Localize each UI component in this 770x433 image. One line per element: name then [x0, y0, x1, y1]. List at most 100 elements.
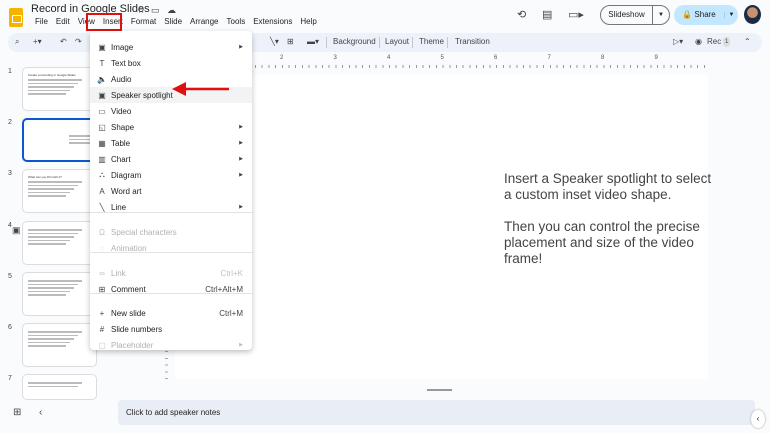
- menu-extensions[interactable]: Extensions: [249, 17, 296, 27]
- share-button[interactable]: 🔒 Share ▼: [674, 5, 738, 25]
- transition-button[interactable]: Transition: [455, 37, 490, 47]
- comments-icon[interactable]: ▤: [542, 8, 552, 21]
- pointer-icon[interactable]: ▷▾: [673, 37, 683, 47]
- slide-thumbnail[interactable]: [22, 221, 97, 265]
- slide-thumbnail[interactable]: [22, 323, 97, 367]
- horizontal-ruler: [255, 56, 710, 68]
- menu-item-label: Word art: [111, 186, 142, 196]
- menu-arrange[interactable]: Arrange: [186, 17, 222, 27]
- menu-item-label: Chart: [111, 154, 131, 164]
- diagram-icon: ⛬: [99, 170, 105, 179]
- menu-item-text-box[interactable]: T Text box: [90, 55, 252, 71]
- slideshow-dropdown[interactable]: ▼: [653, 12, 669, 18]
- slide-thumbnail[interactable]: [22, 374, 97, 400]
- chart-icon: ▥: [98, 154, 106, 164]
- menu-item-label: Text box: [111, 58, 141, 68]
- menu-item-slide-numbers[interactable]: # Slide numbers: [90, 321, 252, 337]
- notes-resize-handle[interactable]: [427, 389, 452, 391]
- menu-item-label: Animation: [111, 243, 147, 253]
- menu-item-label: Slide numbers: [111, 324, 163, 334]
- slide-thumbnail[interactable]: Create a recording in Google Slides: [22, 67, 97, 111]
- menu-item-shape[interactable]: ◱ Shape ▶: [90, 119, 252, 135]
- menu-item-comment[interactable]: ⊞ Comment Ctrl+Alt+M: [90, 281, 252, 297]
- avatar[interactable]: [744, 5, 761, 24]
- share-label[interactable]: 🔒 Share: [674, 5, 724, 25]
- redo-icon[interactable]: ↷: [75, 37, 82, 47]
- slideshow-button[interactable]: Slideshow ▼: [600, 5, 670, 25]
- menu-format[interactable]: Format: [127, 17, 160, 27]
- move-folder-icon[interactable]: ▭: [151, 5, 160, 16]
- shape-icon: ◱: [98, 122, 106, 132]
- thumbnail-title: What can you DO with it?: [28, 175, 62, 179]
- theme-button[interactable]: Theme: [419, 37, 444, 47]
- menu-item-label: Placeholder: [111, 340, 154, 350]
- menu-item-shortcut: Ctrl+M: [219, 308, 243, 318]
- submenu-arrow-icon: ▶: [239, 342, 243, 348]
- slide-number: 5: [8, 273, 12, 280]
- speaker-spotlight-icon: ▣: [98, 90, 106, 100]
- menu-item-animation: ◌ Animation: [90, 240, 252, 256]
- search-menus-icon[interactable]: ⌕: [15, 37, 19, 47]
- menu-item-image[interactable]: ▣ Image ▶: [90, 39, 252, 55]
- menu-help[interactable]: Help: [296, 17, 320, 27]
- slide-number: 2: [8, 119, 12, 126]
- meet-camera-icon[interactable]: ▭▸: [568, 8, 584, 21]
- slides-logo[interactable]: [9, 8, 23, 27]
- menu-item-label: Special characters: [111, 227, 177, 237]
- menu-item-label: Comment: [111, 284, 146, 294]
- speaker-notes[interactable]: Click to add speaker notes: [118, 400, 755, 425]
- menu-item-word-art[interactable]: A Word art: [90, 183, 252, 199]
- slide-thumbnail[interactable]: What can you DO with it?: [22, 169, 97, 213]
- menu-edit[interactable]: Edit: [52, 17, 74, 27]
- slide-number: 7: [8, 375, 12, 382]
- history-icon[interactable]: ⟲: [517, 8, 526, 21]
- menu-item-table[interactable]: ▦ Table ▶: [90, 135, 252, 151]
- menu-item-label: Link: [111, 268, 126, 278]
- ruler-label: 4: [387, 55, 391, 61]
- undo-icon[interactable]: ↶: [60, 37, 67, 47]
- slide-text-box[interactable]: Insert a Speaker spotlight to select a c…: [504, 171, 714, 283]
- audio-icon: 🔈: [97, 74, 107, 84]
- menu-item-line[interactable]: ╲ Line ▶: [90, 199, 252, 215]
- collapse-toolbar-icon[interactable]: ⌃: [744, 37, 751, 47]
- menu-item-label: Line: [111, 202, 127, 212]
- image-icon: ▣: [98, 42, 106, 52]
- menu-item-label: Video: [111, 106, 132, 116]
- menu-item-label: Shape: [111, 122, 135, 132]
- word-art-icon: A: [99, 186, 105, 196]
- menu-tools[interactable]: Tools: [223, 17, 250, 27]
- line-tool-icon[interactable]: ╲▾: [270, 37, 279, 47]
- new-slide-icon[interactable]: +▾: [33, 37, 42, 47]
- speaker-spotlight-icon: ▣: [12, 225, 21, 235]
- menu-item-placeholder: ▢ Placeholder ▶: [90, 337, 252, 353]
- record-icon[interactable]: ◉: [695, 37, 702, 47]
- slide-thumbnail[interactable]: [22, 118, 97, 162]
- fill-color-icon[interactable]: ▬▾: [307, 37, 319, 47]
- rec-button[interactable]: Rec: [707, 37, 721, 47]
- slideshow-label[interactable]: Slideshow: [601, 6, 653, 24]
- ruler-label: 5: [440, 55, 444, 61]
- slide-thumbnail[interactable]: [22, 272, 97, 316]
- star-icon[interactable]: ☆: [137, 5, 145, 16]
- rec-count-badge: 1: [723, 37, 731, 47]
- omega-icon: Ω: [99, 227, 105, 237]
- menu-item-video[interactable]: ▭ Video: [90, 103, 252, 119]
- share-dropdown[interactable]: ▼: [724, 12, 738, 18]
- menu-item-new-slide[interactable]: + New slide Ctrl+M: [90, 305, 252, 321]
- ruler-label: 2: [280, 55, 284, 61]
- menu-item-diagram[interactable]: ⛬ Diagram ▶: [90, 167, 252, 183]
- ruler-label: 6: [494, 55, 498, 61]
- comment-add-icon[interactable]: ⊞: [287, 37, 294, 47]
- red-arrow-annotation: [172, 82, 229, 96]
- slide-number: 6: [8, 324, 12, 331]
- menu-file[interactable]: File: [31, 17, 52, 27]
- background-button[interactable]: Background: [333, 37, 376, 47]
- grid-view-icon[interactable]: ⊞: [13, 407, 21, 418]
- menu-item-label: Image: [111, 42, 134, 52]
- collapse-filmstrip-icon[interactable]: ‹: [39, 407, 42, 418]
- line-icon: ╲: [99, 202, 105, 212]
- layout-button[interactable]: Layout: [385, 37, 409, 47]
- menu-slide[interactable]: Slide: [160, 17, 186, 27]
- side-panel-toggle[interactable]: ‹: [751, 410, 765, 428]
- menu-item-chart[interactable]: ▥ Chart ▶: [90, 151, 252, 167]
